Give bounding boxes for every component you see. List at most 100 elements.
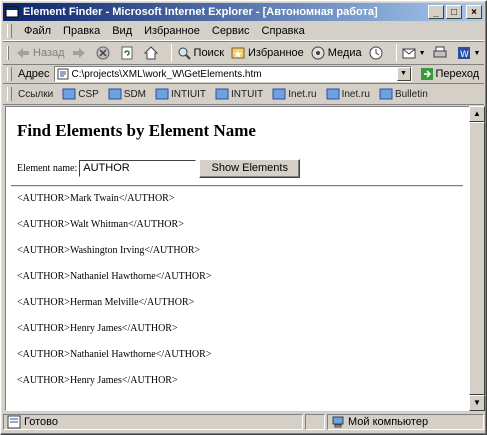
ie-app-icon <box>5 6 19 18</box>
result-item: <AUTHOR>Nathaniel Hawthorne</AUTHOR> <box>17 271 212 282</box>
home-icon <box>143 46 158 60</box>
media-button[interactable]: Медиа <box>310 45 362 61</box>
stop-icon <box>96 46 110 60</box>
link-label: INTUIT <box>231 88 264 100</box>
mail-icon <box>402 48 416 59</box>
scroll-down-button[interactable]: ▼ <box>469 395 485 411</box>
address-dropdown-button[interactable]: ▼ <box>396 67 411 81</box>
result-item: <AUTHOR>Henry James</AUTHOR> <box>17 323 178 334</box>
page-content: Find Elements by Element Name Element na… <box>5 106 471 411</box>
status-panel-empty-1 <box>305 414 325 430</box>
link-page-icon <box>108 88 122 100</box>
page-done-icon <box>7 415 21 429</box>
refresh-icon <box>121 46 133 60</box>
home-button[interactable] <box>143 45 161 61</box>
menu-favorites[interactable]: Избранное <box>138 25 206 37</box>
forward-button[interactable] <box>71 45 89 61</box>
element-name-label: Element name: <box>17 163 78 174</box>
menu-help[interactable]: Справка <box>256 25 311 37</box>
ie-window: Element Finder - Microsoft Internet Expl… <box>0 0 487 435</box>
scroll-thumb[interactable] <box>469 122 485 395</box>
address-url: C:\projects\XML\work_W\GetElements.htm <box>71 68 262 80</box>
zone-text: Мой компьютер <box>348 416 429 428</box>
link-page-icon <box>62 88 76 100</box>
menu-grip <box>7 24 12 38</box>
refresh-button[interactable] <box>119 45 137 61</box>
svg-text:W: W <box>460 50 469 60</box>
history-icon <box>369 46 383 60</box>
back-button[interactable]: Назад <box>15 45 65 61</box>
favorites-label: Избранное <box>248 47 304 59</box>
link-intiuit[interactable]: INTIUIT <box>155 87 206 101</box>
links-bar: Ссылки CSP SDM INTIUIT INTUIT Inet.ru In… <box>3 83 484 105</box>
address-grip <box>7 67 12 81</box>
results-list: <AUTHOR>Mark Twain</AUTHOR> <AUTHOR>Walt… <box>17 192 211 400</box>
history-button[interactable] <box>368 45 386 61</box>
favorites-button[interactable]: Избранное <box>230 45 304 61</box>
media-label: Медиа <box>327 47 362 59</box>
toolbar-separator-2 <box>395 44 397 62</box>
link-intuit[interactable]: INTUIT <box>215 87 263 101</box>
link-label: Bulletin <box>394 88 428 100</box>
menu-tools[interactable]: Сервис <box>206 25 256 37</box>
menu-file[interactable]: Файл <box>18 25 57 37</box>
forward-arrow-icon <box>72 48 85 58</box>
search-form: Element name: AUTHOR Show Elements <box>17 159 301 178</box>
go-label: Переход <box>435 68 480 80</box>
results-divider <box>11 185 463 187</box>
window-title: Element Finder - Microsoft Internet Expl… <box>23 6 378 18</box>
print-button[interactable] <box>432 45 450 61</box>
page-icon <box>57 68 68 80</box>
link-inet-1[interactable]: Inet.ru <box>272 87 317 101</box>
standard-toolbar: Назад Поиск Избранное Медиа ▼ W ▼ <box>3 41 484 65</box>
link-page-icon <box>215 88 229 100</box>
menu-edit[interactable]: Правка <box>57 25 106 37</box>
media-icon <box>311 46 325 60</box>
close-button[interactable]: × <box>466 5 482 19</box>
address-bar: Адрес C:\projects\XML\work_W\GetElements… <box>3 64 484 83</box>
toolbar-grip <box>7 46 9 60</box>
menu-view[interactable]: Вид <box>106 25 138 37</box>
link-page-icon <box>379 88 393 100</box>
result-item: <AUTHOR>Henry James</AUTHOR> <box>17 375 178 386</box>
vertical-scrollbar[interactable]: ▲ ▼ <box>469 106 485 411</box>
link-inet-2[interactable]: Inet.ru <box>326 87 370 101</box>
links-label: Ссылки <box>18 88 54 100</box>
word-icon: W <box>457 47 470 60</box>
address-input[interactable]: C:\projects\XML\work_W\GetElements.htm ▼ <box>53 66 412 82</box>
search-icon <box>178 47 191 60</box>
search-button[interactable]: Поиск <box>176 45 224 61</box>
link-label: Inet.ru <box>341 88 370 100</box>
mail-dropdown-icon: ▼ <box>418 49 426 57</box>
menu-bar: Файл Правка Вид Избранное Сервис Справка <box>3 22 484 41</box>
stop-button[interactable] <box>95 45 113 61</box>
edit-dropdown-icon: ▼ <box>473 49 481 57</box>
back-arrow-icon <box>17 48 29 58</box>
link-bulletin[interactable]: Bulletin <box>379 87 428 101</box>
maximize-button[interactable]: □ <box>446 5 462 19</box>
status-bar: Готово Мой компьютер <box>3 413 484 431</box>
minimize-button[interactable]: _ <box>428 5 444 19</box>
status-text: Готово <box>24 416 58 428</box>
link-sdm[interactable]: SDM <box>108 87 146 101</box>
link-label: Inet.ru <box>288 88 317 100</box>
print-icon <box>433 46 447 58</box>
mail-button[interactable]: ▼ <box>401 45 426 61</box>
result-item: <AUTHOR>Mark Twain</AUTHOR> <box>17 193 175 204</box>
status-panel-zone: Мой компьютер <box>327 414 484 430</box>
go-arrow-icon <box>420 68 433 80</box>
result-item: <AUTHOR>Nathaniel Hawthorne</AUTHOR> <box>17 349 212 360</box>
favorites-icon <box>231 47 245 59</box>
edit-button[interactable]: W ▼ <box>456 45 481 61</box>
go-button[interactable]: Переход <box>420 67 480 81</box>
link-csp[interactable]: CSP <box>62 87 99 101</box>
scroll-up-button[interactable]: ▲ <box>469 106 485 122</box>
link-label: CSP <box>78 88 99 100</box>
link-page-icon <box>155 88 169 100</box>
my-computer-icon <box>332 416 344 428</box>
result-item: <AUTHOR>Washington Irving</AUTHOR> <box>17 245 201 256</box>
address-label: Адрес <box>18 68 50 80</box>
status-panel-main: Готово <box>3 414 303 430</box>
element-name-input[interactable]: AUTHOR <box>79 160 197 177</box>
show-elements-button[interactable]: Show Elements <box>199 159 301 178</box>
